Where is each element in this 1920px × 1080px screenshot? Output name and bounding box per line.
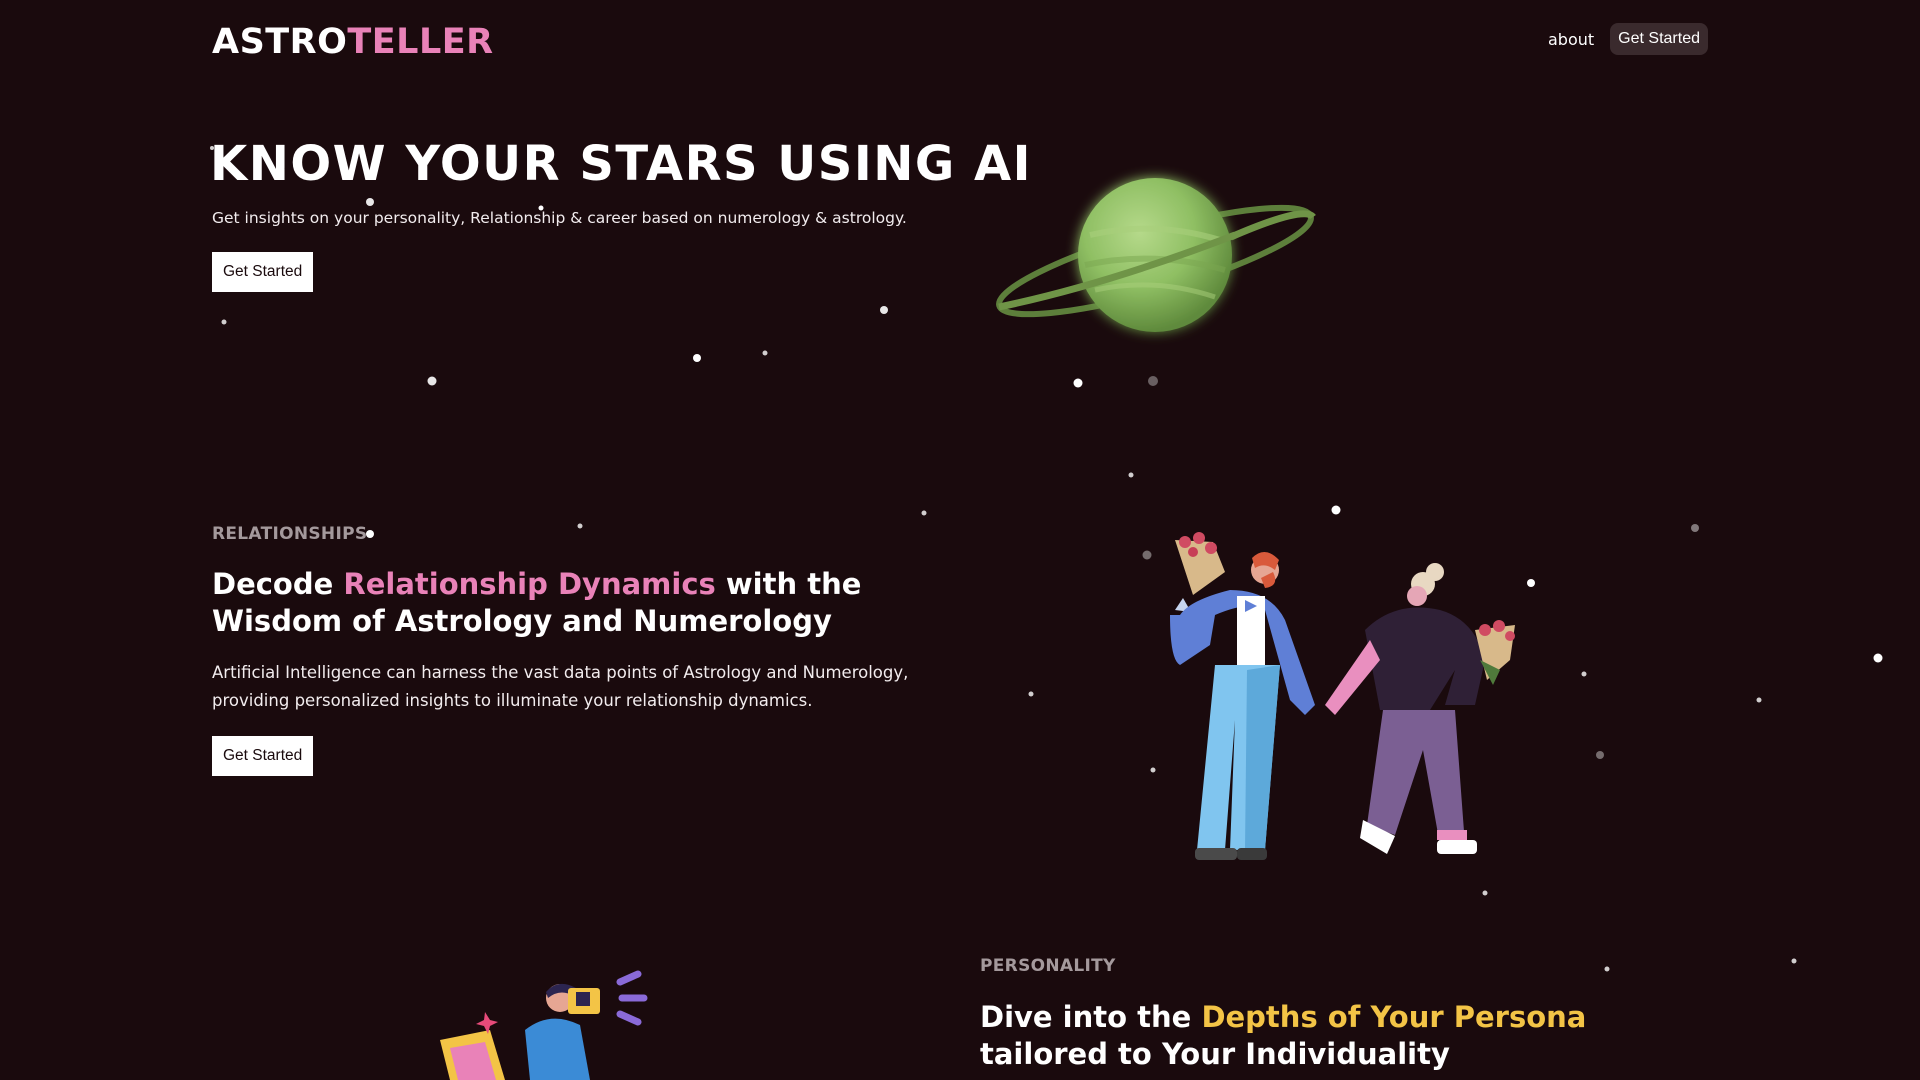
nav-get-started-button[interactable]: Get Started [1610, 23, 1708, 55]
relationships-get-started-button[interactable]: Get Started [212, 736, 314, 776]
personality-label: PERSONALITY [980, 956, 1116, 976]
hero-get-started-button[interactable]: Get Started [212, 252, 314, 292]
relationships-title-pre: Decode [212, 567, 344, 601]
hero-title: KNOW YOUR STARS USING AI [210, 136, 1032, 192]
couple-with-flowers-illustration [1170, 532, 1515, 860]
logo-part-teller: TELLER [347, 22, 494, 62]
relationships-title: Decode Relationship Dynamics with the Wi… [212, 566, 932, 640]
relationships-label: RELATIONSHIPS [212, 524, 368, 544]
logo-part-astro: ASTRO [212, 22, 348, 62]
relationships-title-highlight: Relationship Dynamics [343, 567, 716, 601]
hero-subtitle: Get insights on your personality, Relati… [212, 209, 907, 227]
saturn-planet-illustration [996, 178, 1316, 332]
personality-title: Dive into the Depths of Your Persona tai… [980, 999, 1720, 1073]
top-nav: about Get Started [1546, 23, 1708, 55]
personality-title-pre: Dive into the [980, 1000, 1202, 1034]
page: ASTROTELLER about Get Started KNOW YOUR … [0, 0, 1920, 1080]
personality-title-highlight: Depths of Your Persona [1201, 1000, 1587, 1034]
logo[interactable]: ASTROTELLER [212, 22, 494, 62]
nav-about-link[interactable]: about [1546, 24, 1596, 55]
relationships-body: Artificial Intelligence can harness the … [212, 663, 909, 710]
photographer-illustration [440, 970, 648, 1080]
personality-title-post: tailored to Your Individuality [980, 1037, 1450, 1071]
